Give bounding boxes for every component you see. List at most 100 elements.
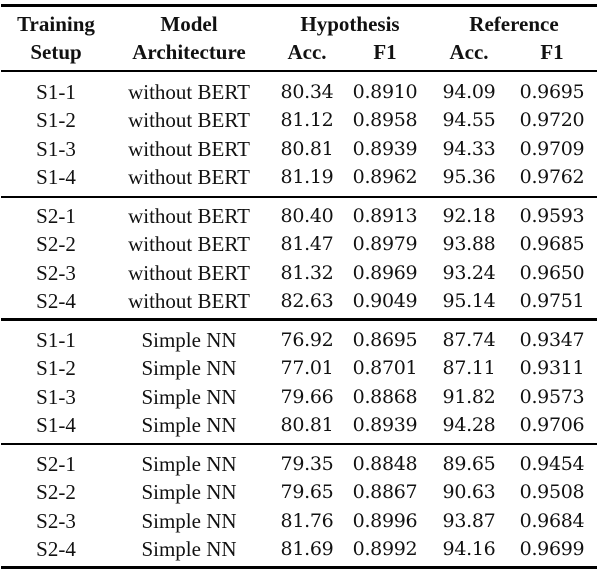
cell-ref-acc: 93.87 [442, 509, 496, 532]
cell-hyp-acc: 76.92 [280, 329, 334, 351]
bottom-rule [1, 566, 597, 569]
cell-hyp-acc: 80.81 [280, 137, 334, 160]
cell-model: Simple NN [141, 536, 237, 561]
cell-setup: S2-4 [36, 536, 76, 561]
cell-ref-f1: 0.9751 [519, 289, 585, 312]
header-model: Model [160, 12, 218, 36]
cell-setup: S1-4 [36, 164, 76, 189]
cell-setup: S1-2 [36, 356, 76, 381]
cell-setup: S1-1 [36, 328, 76, 352]
cell-model: without BERT [128, 288, 250, 313]
cell-ref-f1: 0.9311 [519, 357, 585, 380]
cell-setup: S1-3 [36, 136, 76, 161]
cell-setup: S2-3 [36, 508, 76, 533]
cell-model: Simple NN [141, 384, 237, 409]
cell-model: Simple NN [141, 480, 237, 505]
cell-hyp-acc: 79.65 [280, 481, 334, 504]
group-separator-2 [1, 318, 597, 321]
cell-ref-acc: 89.65 [442, 453, 496, 475]
cell-model: without BERT [128, 260, 250, 285]
cell-model: Simple NN [141, 508, 237, 533]
cell-hyp-acc: 79.66 [280, 385, 334, 408]
cell-setup: S2-1 [36, 452, 76, 476]
cell-hyp-f1: 0.8958 [352, 109, 418, 132]
cell-ref-acc: 95.36 [442, 165, 496, 188]
cell-hyp-f1: 0.8913 [352, 205, 418, 227]
cell-hyp-acc: 77.01 [280, 357, 334, 380]
cell-hyp-acc: 81.47 [280, 233, 334, 256]
cell-ref-f1: 0.9695 [519, 81, 585, 103]
cell-setup: S1-2 [36, 108, 76, 133]
cell-model: Simple NN [141, 328, 237, 352]
cell-ref-f1: 0.9573 [519, 385, 585, 408]
header-hypothesis: Hypothesis [300, 12, 400, 36]
header-training: Training [17, 12, 95, 36]
cell-ref-acc: 94.09 [442, 81, 496, 103]
cell-ref-f1: 0.9762 [519, 165, 585, 188]
header-hyp-f1: F1 [373, 40, 397, 64]
cell-hyp-acc: 80.81 [280, 413, 334, 436]
cell-setup: S2-2 [36, 480, 76, 505]
cell-setup: S1-4 [36, 412, 76, 437]
cell-ref-acc: 93.88 [442, 233, 496, 256]
cell-hyp-f1: 0.8969 [352, 261, 418, 284]
cell-setup: S2-4 [36, 288, 76, 313]
cell-hyp-f1: 0.8695 [352, 329, 418, 351]
cell-model: without BERT [128, 136, 250, 161]
header-architecture: Architecture [132, 40, 246, 64]
cell-ref-f1: 0.9685 [519, 233, 585, 256]
cell-hyp-f1: 0.8867 [352, 481, 418, 504]
header-rule [1, 70, 597, 72]
cell-setup: S1-3 [36, 384, 76, 409]
cell-model: without BERT [128, 204, 250, 228]
header-hyp-acc: Acc. [287, 40, 327, 64]
cell-ref-f1: 0.9699 [519, 537, 585, 560]
cell-hyp-acc: 81.32 [280, 261, 334, 284]
cell-hyp-f1: 0.8962 [352, 165, 418, 188]
cell-ref-acc: 93.24 [442, 261, 496, 284]
cell-ref-acc: 94.28 [442, 413, 496, 436]
cell-setup: S2-3 [36, 260, 76, 285]
cell-ref-f1: 0.9684 [519, 509, 585, 532]
cell-model: without BERT [128, 80, 250, 104]
cell-ref-acc: 94.16 [442, 537, 496, 560]
cell-ref-acc: 95.14 [442, 289, 496, 312]
cell-hyp-f1: 0.8910 [352, 81, 418, 103]
cell-ref-f1: 0.9650 [519, 261, 585, 284]
cell-model: Simple NN [141, 452, 237, 476]
cell-ref-f1: 0.9706 [519, 413, 585, 436]
cell-hyp-f1: 0.8939 [352, 413, 418, 436]
cell-hyp-acc: 81.19 [280, 165, 334, 188]
cell-hyp-acc: 80.40 [280, 205, 334, 227]
cell-hyp-acc: 82.63 [280, 289, 334, 312]
cell-model: Simple NN [141, 356, 237, 381]
cell-model: without BERT [128, 164, 250, 189]
cell-setup: S1-1 [36, 80, 76, 104]
cell-hyp-f1: 0.8848 [352, 453, 418, 475]
cell-ref-acc: 91.82 [442, 385, 496, 408]
cell-ref-f1: 0.9720 [519, 109, 585, 132]
cell-ref-acc: 92.18 [442, 205, 496, 227]
cell-hyp-f1: 0.9049 [352, 289, 418, 312]
cell-setup: S2-2 [36, 232, 76, 257]
header-reference: Reference [469, 12, 559, 36]
cell-ref-f1: 0.9593 [519, 205, 585, 227]
cell-ref-acc: 87.11 [442, 357, 496, 380]
cell-ref-acc: 90.63 [442, 481, 496, 504]
cell-model: without BERT [128, 108, 250, 133]
cell-hyp-acc: 81.76 [280, 509, 334, 532]
cell-hyp-acc: 81.69 [280, 537, 334, 560]
cell-hyp-f1: 0.8701 [352, 357, 418, 380]
cell-hyp-f1: 0.8868 [352, 385, 418, 408]
cell-model: Simple NN [141, 412, 237, 437]
cell-setup: S2-1 [36, 204, 76, 228]
header-ref-acc: Acc. [449, 40, 489, 64]
cell-model: without BERT [128, 232, 250, 257]
cell-ref-acc: 94.33 [442, 137, 496, 160]
header-ref-f1: F1 [540, 40, 564, 64]
cell-ref-f1: 0.9347 [519, 329, 585, 351]
cell-hyp-f1: 0.8939 [352, 137, 418, 160]
cell-ref-f1: 0.9508 [519, 481, 585, 504]
group-separator-3 [1, 443, 597, 445]
cell-hyp-acc: 81.12 [280, 109, 334, 132]
